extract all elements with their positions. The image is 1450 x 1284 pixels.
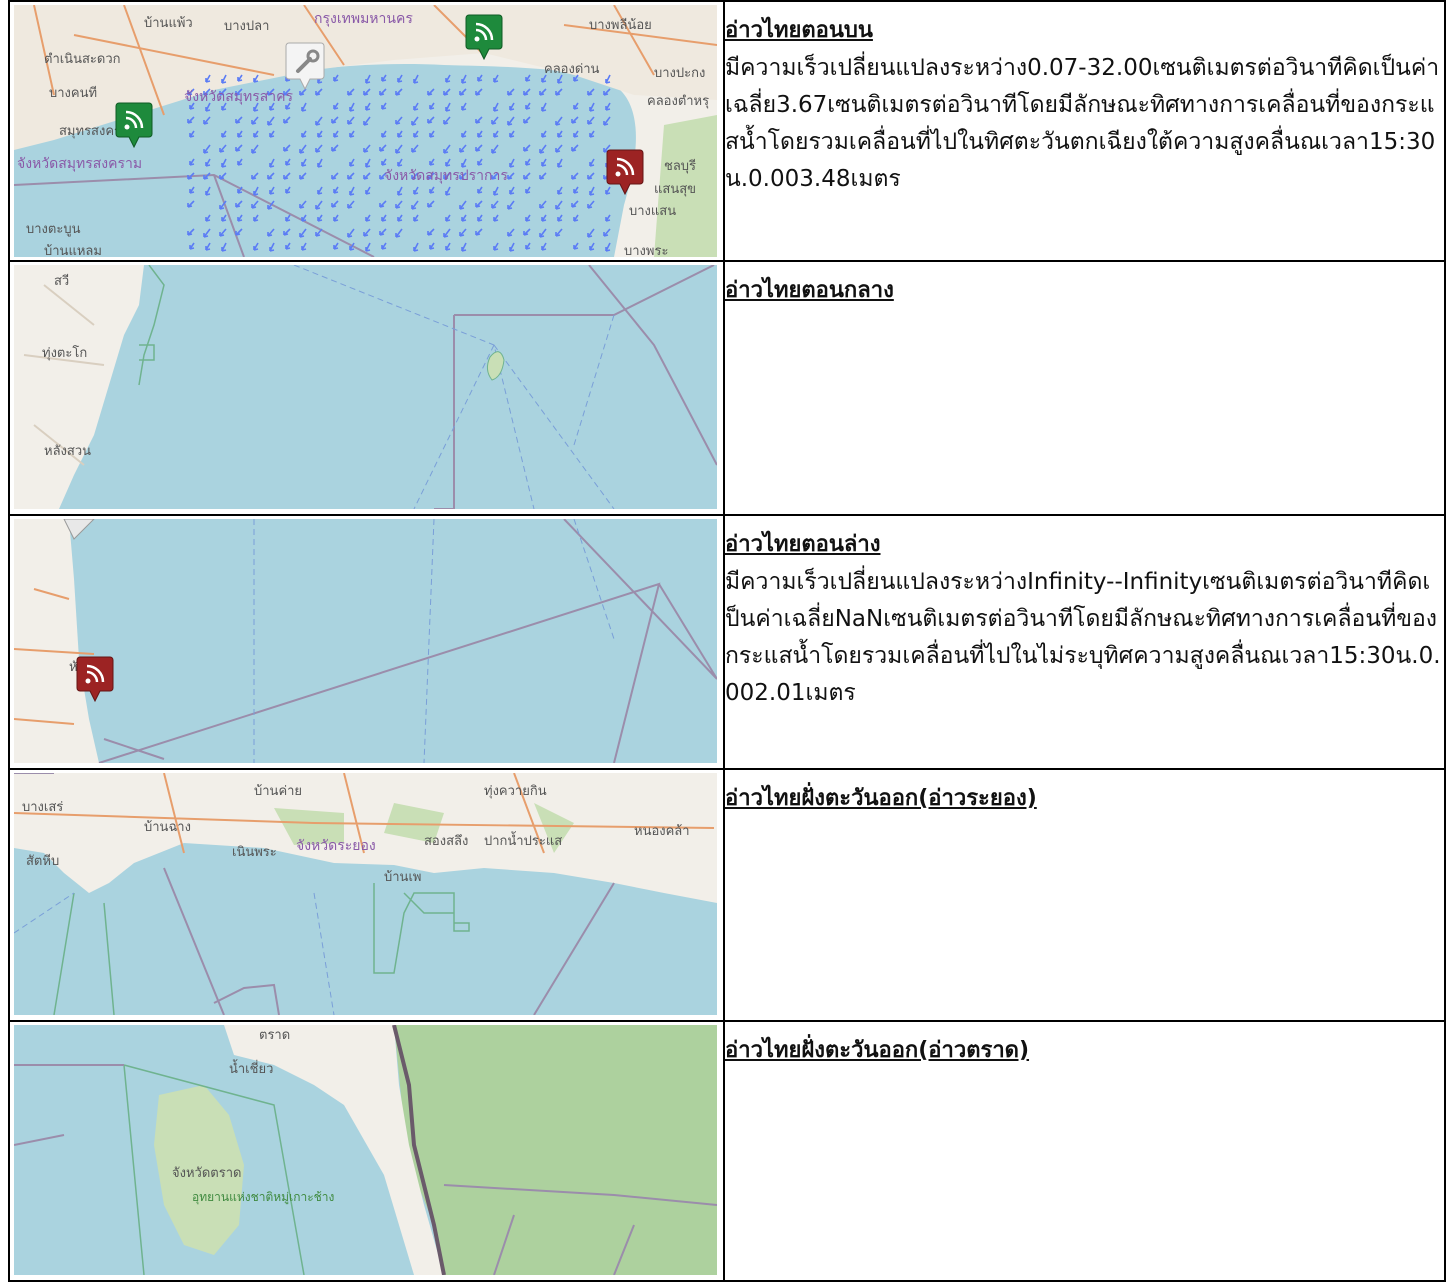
- description-cell: อ่าวไทยตอนบน มีความเร็วเปลี่ยนแปลงระหว่า…: [723, 0, 1446, 262]
- description-cell: อ่าวไทยตอนล่าง มีความเร็วเปลี่ยนแปลงระหว…: [723, 514, 1446, 770]
- map-label: น้ำเชี่ยว: [229, 1059, 273, 1077]
- map-label: คลองด่าน: [544, 62, 600, 77]
- map-label: บางปลา: [224, 19, 269, 34]
- map-label: จังหวัดระยอง: [296, 838, 376, 854]
- description-cell: อ่าวไทยฝั่งตะวันออก(อ่าวระยอง): [723, 768, 1446, 1022]
- map-label: บ้านแพ้ว: [144, 16, 193, 31]
- map-label: คลองตำหรุ: [647, 94, 709, 109]
- map-lower-gulf[interactable]: หัวไทร: [14, 519, 717, 763]
- map-label: บางพระ: [624, 244, 668, 257]
- map-label: สัตหีบ: [26, 853, 59, 869]
- map-label: ตำเนินสะดวก: [44, 52, 121, 67]
- table-row: หัวไทร อ่าวไทยตอนล่าง มีความเร็วเปลี่ยนแ…: [8, 514, 1446, 770]
- map-label: ทุ่งตะโก: [42, 345, 87, 361]
- sea-region-table: บ้านแพ้ว บางปลา กรุงเทพมหานคร บางพลีน้อย…: [8, 0, 1446, 1282]
- map-label: จังหวัดสมุทรสงคราม: [17, 156, 142, 172]
- map-label: ตราด: [259, 1028, 290, 1043]
- table-row: ตราด น้ำเชี่ยว จังหวัดตราด อุทยานแห่งชาต…: [8, 1020, 1446, 1282]
- map-label: บางแสน: [629, 204, 676, 219]
- map-label: กรุงเทพมหานคร: [314, 11, 413, 27]
- map-label: บางตะบูน: [26, 222, 81, 237]
- map-label: บ้านแหลม: [44, 244, 102, 257]
- map-label: ปากน้ำประแส: [484, 831, 562, 849]
- region-title[interactable]: อ่าวไทยฝั่งตะวันออก(อ่าวตราด): [725, 1034, 1444, 1068]
- map-label: ทุ่งควายกิน: [484, 784, 547, 799]
- region-description: มีความเร็วเปลี่ยนแปลงระหว่าง0.07-32.00เซ…: [725, 55, 1440, 192]
- map-label: บ้านเพ: [384, 870, 421, 885]
- map-label: บ้านฉาง: [144, 820, 191, 835]
- map-label: อุทยานแห่งชาติหมู่เกาะช้าง: [192, 1190, 334, 1205]
- description-cell: อ่าวไทยตอนกลาง: [723, 260, 1446, 516]
- map-label: เนินพระ: [232, 845, 277, 860]
- table-row: บ้านแพ้ว บางปลา กรุงเทพมหานคร บางพลีน้อย…: [8, 0, 1446, 262]
- table-row: บางเสร่ บ้านค่าย ทุ่งควายกิน บ้านฉาง หนอ…: [8, 768, 1446, 1022]
- region-title[interactable]: อ่าวไทยตอนล่าง: [725, 528, 1444, 562]
- map-rayong-bay[interactable]: บางเสร่ บ้านค่าย ทุ่งควายกิน บ้านฉาง หนอ…: [14, 773, 717, 1015]
- region-title[interactable]: อ่าวไทยฝั่งตะวันออก(อ่าวระยอง): [725, 782, 1444, 816]
- map-label: จังหวัดตราด: [172, 1166, 241, 1181]
- map-label: บางเสร่: [22, 800, 63, 815]
- region-description: มีความเร็วเปลี่ยนแปลงระหว่างInfinity--In…: [725, 569, 1441, 706]
- map-label: หลังสวน: [44, 444, 91, 459]
- map-cell: หัวไทร: [8, 514, 725, 770]
- map-label: บ้านค่าย: [254, 784, 302, 799]
- map-label: บางคนที: [49, 85, 97, 101]
- region-title[interactable]: อ่าวไทยตอนบน: [725, 14, 1444, 48]
- map-label: แสนสุข: [654, 182, 696, 197]
- map-label: สวี: [54, 273, 69, 289]
- map-label: บางพลีน้อย: [589, 17, 652, 33]
- description-cell: อ่าวไทยฝั่งตะวันออก(อ่าวตราด): [723, 1020, 1446, 1282]
- map-trat-bay[interactable]: ตราด น้ำเชี่ยว จังหวัดตราด อุทยานแห่งชาต…: [14, 1025, 717, 1275]
- map-label: จังหวัดสมุทรปราการ: [384, 168, 508, 184]
- map-cell: บ้านแพ้ว บางปลา กรุงเทพมหานคร บางพลีน้อย…: [8, 0, 725, 262]
- map-label: สองสลึง: [424, 834, 468, 849]
- map-cell: ตราด น้ำเชี่ยว จังหวัดตราด อุทยานแห่งชาต…: [8, 1020, 725, 1282]
- map-cell: บางเสร่ บ้านค่าย ทุ่งควายกิน บ้านฉาง หนอ…: [8, 768, 725, 1022]
- table-row: สวี ทุ่งตะโก หลังสวน อ่าวไทยตอนกลาง: [8, 260, 1446, 516]
- map-cell: สวี ทุ่งตะโก หลังสวน: [8, 260, 725, 516]
- map-upper-gulf[interactable]: บ้านแพ้ว บางปลา กรุงเทพมหานคร บางพลีน้อย…: [14, 5, 717, 257]
- map-label: บางปะกง: [654, 66, 705, 81]
- map-middle-gulf[interactable]: สวี ทุ่งตะโก หลังสวน: [14, 265, 717, 509]
- map-label: หนองคล้า: [634, 824, 690, 839]
- region-title[interactable]: อ่าวไทยตอนกลาง: [725, 274, 1444, 308]
- map-label: จังหวัดสมุทรสาคร: [184, 89, 294, 105]
- map-label: ชลบุรี: [664, 158, 696, 174]
